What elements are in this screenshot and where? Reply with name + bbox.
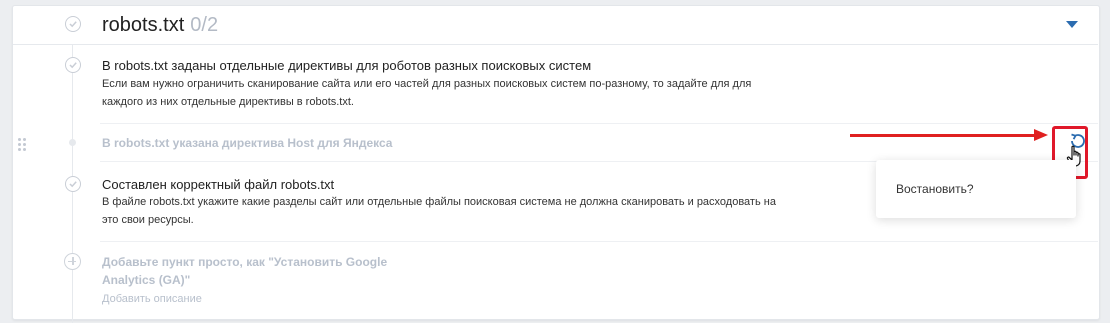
item-description-line: Если вам нужно ограничить сканирование с…: [102, 78, 752, 90]
add-description-link[interactable]: Добавить описание: [102, 293, 202, 305]
plus-circle-icon[interactable]: [64, 253, 81, 270]
section-progress-count: 0/2: [190, 14, 219, 36]
section-header[interactable]: robots.txt 0/2: [13, 6, 1098, 45]
divider: [100, 123, 1098, 124]
restore-confirm-text[interactable]: Востановить?: [896, 182, 974, 196]
section-title-text: robots.txt: [102, 14, 185, 36]
check-circle-icon[interactable]: [65, 16, 81, 32]
check-circle-icon[interactable]: [65, 57, 81, 73]
add-item-input[interactable]: Добавьте пункт просто, как "Установить G…: [102, 253, 442, 289]
item-description-line: каждого из них отдельные директивы в rob…: [102, 96, 354, 108]
item-description: В файле robots.txt укажите какие разделы…: [102, 193, 802, 229]
item-title[interactable]: Составлен корректный файл robots.txt: [102, 177, 334, 192]
annotation-arrow: [850, 134, 1038, 137]
item-description-line: это свои ресурсы.: [102, 214, 194, 226]
timeline-dot: [69, 139, 76, 146]
removed-item-title: В robots.txt указана директива Host для …: [102, 136, 393, 150]
item-description: Если вам нужно ограничить сканирование с…: [102, 75, 802, 111]
annotation-arrow-head: [1034, 129, 1048, 141]
section-title: robots.txt 0/2: [102, 14, 218, 37]
caret-down-icon[interactable]: [1066, 21, 1078, 28]
item-description-line: В файле robots.txt укажите какие разделы…: [102, 196, 776, 208]
drag-handle-icon[interactable]: [18, 138, 26, 152]
item-title[interactable]: В robots.txt заданы отдельные директивы …: [102, 58, 591, 73]
check-circle-icon[interactable]: [65, 176, 81, 192]
divider: [100, 241, 1098, 242]
restore-popup[interactable]: Востановить?: [876, 160, 1076, 218]
